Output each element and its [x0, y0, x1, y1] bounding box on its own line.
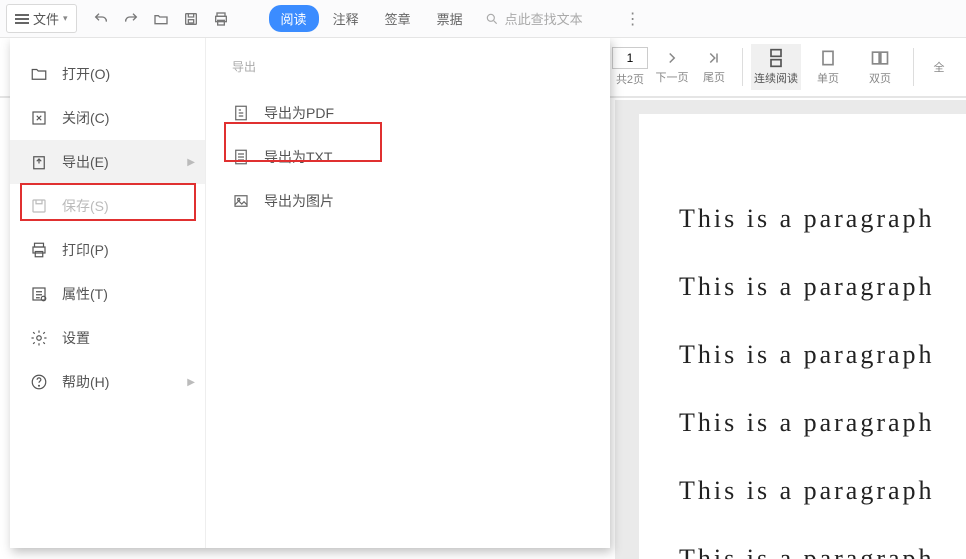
- page-total-label: 共2页: [616, 71, 644, 87]
- paragraph: This is a paragraph: [679, 408, 966, 438]
- page-indicator: 共2页: [610, 47, 650, 87]
- menu-settings[interactable]: 设置: [10, 316, 205, 360]
- export-submenu: 导出 导出为PDF 导出为TXT 导出为图片: [206, 38, 610, 548]
- properties-icon: [30, 285, 48, 303]
- menu-settings-label: 设置: [62, 328, 90, 348]
- top-toolbar: 文件 ▾ 阅读 注释 签章 票据 点此查找文本 ⋮: [0, 0, 966, 38]
- export-submenu-title: 导出: [226, 58, 610, 75]
- file-menu-label: 文件: [33, 9, 59, 28]
- search-icon: [485, 12, 499, 26]
- gear-icon: [30, 329, 48, 347]
- close-file-icon: [30, 109, 48, 127]
- paragraph: This is a paragraph: [679, 544, 966, 559]
- folder-icon: [30, 65, 48, 83]
- view-double-label: 双页: [869, 70, 891, 86]
- view-continuous-label: 连续阅读: [754, 70, 798, 86]
- search-box[interactable]: 点此查找文本: [485, 9, 583, 28]
- chevron-right-icon: ▶: [187, 157, 195, 168]
- menu-export-label: 导出(E): [62, 152, 109, 172]
- menu-open-label: 打开(O): [62, 64, 110, 84]
- view-continuous-button[interactable]: 连续阅读: [751, 44, 801, 90]
- menu-save: 保存(S): [10, 184, 205, 228]
- menu-close[interactable]: 关闭(C): [10, 96, 205, 140]
- menu-help-label: 帮助(H): [62, 372, 109, 392]
- separator: [913, 48, 914, 86]
- fullscreen-label: 全: [934, 59, 945, 75]
- file-dropdown-panel: 打开(O) 关闭(C) 导出(E) ▶ 保存(S) 打印(P) 属性(T) 设置: [10, 38, 610, 548]
- menu-print-label: 打印(P): [62, 240, 109, 260]
- print-button[interactable]: [207, 5, 235, 33]
- tab-invoice[interactable]: 票据: [425, 5, 475, 32]
- save-button[interactable]: [177, 5, 205, 33]
- export-image-label: 导出为图片: [264, 191, 334, 211]
- view-single-label: 单页: [817, 70, 839, 86]
- more-menu-button[interactable]: ⋮: [625, 9, 643, 29]
- menu-open[interactable]: 打开(O): [10, 52, 205, 96]
- image-icon: [232, 192, 250, 210]
- menu-close-label: 关闭(C): [62, 108, 109, 128]
- pdf-icon: [232, 104, 250, 122]
- chevron-right-icon: ▶: [187, 377, 195, 388]
- tab-read[interactable]: 阅读: [269, 5, 319, 32]
- page-number-input[interactable]: [612, 47, 648, 69]
- last-page-label: 尾页: [703, 69, 725, 85]
- tab-annotate[interactable]: 注释: [321, 5, 371, 32]
- export-txt-item[interactable]: 导出为TXT: [226, 135, 396, 179]
- hamburger-icon: [15, 12, 29, 26]
- file-menu-button[interactable]: 文件 ▾: [6, 4, 77, 33]
- help-icon: [30, 373, 48, 391]
- view-double-button[interactable]: 双页: [855, 44, 905, 90]
- paragraph: This is a paragraph: [679, 204, 966, 234]
- menu-print[interactable]: 打印(P): [10, 228, 205, 272]
- paragraph: This is a paragraph: [679, 476, 966, 506]
- separator: [742, 48, 743, 86]
- last-page-button[interactable]: 尾页: [694, 49, 734, 85]
- document-viewport[interactable]: This is a paragraph This is a paragraph …: [615, 100, 966, 559]
- menu-help[interactable]: 帮助(H) ▶: [10, 360, 205, 404]
- next-page-label: 下一页: [656, 69, 689, 85]
- view-single-button[interactable]: 单页: [803, 44, 853, 90]
- menu-properties-label: 属性(T): [62, 284, 108, 304]
- chevron-down-icon: ▾: [63, 13, 68, 24]
- file-menu-list: 打开(O) 关闭(C) 导出(E) ▶ 保存(S) 打印(P) 属性(T) 设置: [10, 38, 206, 548]
- document-page: This is a paragraph This is a paragraph …: [639, 114, 966, 559]
- tab-stamp[interactable]: 签章: [373, 5, 423, 32]
- menu-save-label: 保存(S): [62, 196, 109, 216]
- menu-export[interactable]: 导出(E) ▶: [10, 140, 205, 184]
- redo-button[interactable]: [117, 5, 145, 33]
- open-button[interactable]: [147, 5, 175, 33]
- menu-properties[interactable]: 属性(T): [10, 272, 205, 316]
- export-icon: [30, 153, 48, 171]
- paragraph: This is a paragraph: [679, 272, 966, 302]
- next-page-button[interactable]: 下一页: [652, 49, 692, 85]
- export-image-item[interactable]: 导出为图片: [226, 179, 396, 223]
- export-pdf-item[interactable]: 导出为PDF: [226, 91, 396, 135]
- paragraph: This is a paragraph: [679, 340, 966, 370]
- print-icon: [30, 241, 48, 259]
- export-pdf-label: 导出为PDF: [264, 103, 334, 123]
- fullscreen-button[interactable]: 全: [922, 59, 956, 75]
- export-txt-label: 导出为TXT: [264, 147, 332, 167]
- undo-button[interactable]: [87, 5, 115, 33]
- txt-icon: [232, 148, 250, 166]
- search-placeholder: 点此查找文本: [505, 9, 583, 28]
- save-icon: [30, 197, 48, 215]
